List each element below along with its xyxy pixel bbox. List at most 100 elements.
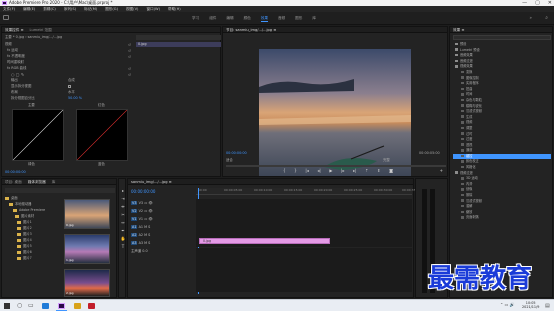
effect-controls-timecode[interactable]: 00:00:00:00 — [5, 170, 26, 175]
add-button-icon[interactable]: + — [440, 168, 443, 173]
extract-icon[interactable]: ⇞ — [377, 168, 380, 174]
split-percent-value[interactable]: 50.00 % — [68, 96, 82, 101]
sequence-tab[interactable]: sanmiu_img/.../...jpg ≡ — [131, 179, 172, 184]
effect-bin-icon — [461, 193, 464, 197]
tab-media-browser[interactable]: 媒体浏览器 — [28, 179, 46, 184]
effects-item-label: 音频过渡 — [460, 58, 473, 63]
timeline-ruler[interactable]: 00:00 00:00:05:00 00:00:10:00 00:00:15:0… — [196, 188, 420, 195]
search-icon[interactable]: ○ — [17, 302, 22, 309]
property-time-remap[interactable]: 时间重映射 — [7, 60, 24, 65]
premiere-taskbar-icon[interactable] — [58, 303, 65, 309]
property-video[interactable]: 视频 — [5, 42, 12, 47]
red-curve-graph[interactable] — [76, 109, 128, 161]
tab-libraries[interactable]: 库 — [52, 179, 56, 184]
property-motion[interactable]: fx 运动 — [7, 48, 18, 53]
program-monitor-title[interactable]: 节目: sanmiu_img/.../...jpg ≡ — [226, 27, 276, 32]
go-to-out-icon[interactable]: ▸| — [353, 168, 356, 174]
folder-icon — [455, 42, 458, 46]
mask-tools-icons[interactable]: ○ ▢ ✎ — [11, 72, 24, 77]
workspace-tab-editing[interactable]: 编辑 — [226, 15, 233, 22]
windows-taskbar: ○ ▭ ⌃ ▭ 🔊 10:05 2021/11/9 ▤ — [0, 299, 554, 311]
track-header-v2[interactable]: V2 V2 ▭ 👁 — [131, 207, 195, 215]
go-to-in-icon[interactable]: |◂ — [305, 168, 308, 174]
play-icon[interactable]: ▶ — [329, 168, 332, 174]
mini-timeline-clip[interactable]: 0.jpg — [136, 42, 221, 47]
output-dropdown[interactable]: 合成 — [68, 78, 75, 83]
workspace-tab-learn[interactable]: 学习 — [192, 15, 199, 22]
effects-item[interactable]: 页面剥落 — [453, 215, 551, 221]
workspace-tab-assembly[interactable]: 组件 — [209, 15, 216, 22]
search-icon[interactable]: ⌕ — [545, 15, 548, 21]
zoom-fit-dropdown[interactable]: 适合 — [226, 158, 233, 163]
playback-resolution-dropdown[interactable]: 完整 — [383, 158, 390, 163]
effect-bin-icon — [461, 177, 464, 180]
timeline-timecode[interactable]: 00:00:00:00 — [131, 189, 155, 194]
program-video-frame[interactable] — [259, 49, 411, 176]
hand-tool-icon[interactable]: ✋ — [120, 235, 126, 243]
tab-effect-controls[interactable]: 效果控件 ≡ — [5, 27, 24, 32]
workspace-more-icon[interactable]: » — [530, 15, 532, 20]
mark-out-icon[interactable]: } — [294, 168, 297, 174]
razor-tool-icon[interactable]: ✂ — [120, 211, 126, 219]
source-line[interactable]: 主要 * 0.jpg › sanmiu_img/.../...jpg — [5, 35, 62, 40]
type-tool-icon[interactable]: T — [120, 243, 126, 251]
effects-panel-title[interactable]: 效果 ≡ — [453, 27, 464, 32]
workspace-tabs: 学习 组件 编辑 颜色 效果 音频 图形 库 — [192, 15, 316, 22]
master-track[interactable]: 主声道 0.0 — [131, 247, 195, 255]
lift-icon[interactable]: ⇡ — [365, 168, 368, 174]
selection-tool-icon[interactable]: ▸ — [120, 187, 126, 195]
media-thumbnail[interactable]: 1.jpg — [64, 234, 110, 264]
step-forward-icon[interactable]: |▸ — [341, 168, 344, 174]
effects-item-label: 风格化 — [466, 165, 476, 170]
track-header-a2[interactable]: A2 A2 M S — [131, 231, 195, 239]
clock[interactable]: 10:05 2021/11/9 — [522, 301, 539, 309]
track-header-a1[interactable]: A1 A1 M S — [131, 223, 195, 231]
track-header-v3[interactable]: V3 V3 ▭ 👁 — [131, 199, 195, 207]
timeline-clip[interactable]: 0.jpg — [199, 238, 330, 244]
edge-browser-icon[interactable] — [42, 303, 49, 309]
layout-dropdown[interactable]: 水平 — [68, 90, 75, 95]
workspace-tab-color[interactable]: 颜色 — [244, 15, 251, 22]
tab-project[interactable]: 项目: 桌面 — [5, 179, 22, 184]
program-timecode-current[interactable]: 00:00:00:00 — [226, 151, 247, 156]
effects-item-label: 时间 — [466, 92, 473, 97]
task-view-icon[interactable]: ▭ — [28, 302, 34, 309]
ripple-edit-tool-icon[interactable]: ⇹ — [120, 203, 126, 211]
pen-tool-icon[interactable]: ✒ — [120, 227, 126, 235]
home-icon[interactable] — [3, 15, 9, 20]
workspace-tab-libraries[interactable]: 库 — [312, 15, 316, 22]
step-back-icon[interactable]: ◂| — [317, 168, 320, 174]
app-icon[interactable] — [88, 303, 95, 309]
effect-bin-icon — [461, 132, 464, 135]
effect-bin-icon — [461, 216, 464, 219]
property-rgb-curves[interactable]: fx RGB 曲线 — [7, 66, 26, 71]
premiere-logo-icon — [2, 1, 7, 5]
mark-in-icon[interactable]: { — [283, 168, 286, 174]
workspace-tab-graphics[interactable]: 图形 — [295, 15, 302, 22]
tab-lumetri-scopes[interactable]: Lumetri 范围 — [30, 27, 52, 32]
file-explorer-icon[interactable] — [74, 303, 81, 309]
property-opacity[interactable]: fx 不透明度 — [7, 54, 25, 59]
workspace-tab-audio[interactable]: 音频 — [278, 15, 285, 22]
mini-timeline-ruler[interactable] — [136, 35, 221, 40]
windows-start-icon[interactable] — [4, 303, 10, 309]
media-thumbnail[interactable]: 0.jpg — [64, 199, 110, 229]
tray-icons[interactable]: ⌃ ▭ 🔊 — [500, 302, 515, 307]
track-header-v1[interactable]: V1 V1 ▭ 👁 — [131, 215, 195, 223]
reset-icons-column[interactable]: ↺ ↺ ↺ ↺ ↺ — [128, 42, 131, 78]
media-browser-path-bar[interactable] — [5, 188, 115, 193]
effects-search-input[interactable] — [453, 35, 551, 40]
slip-tool-icon[interactable]: ↔ — [120, 219, 126, 227]
audio-tracks-area[interactable] — [196, 248, 412, 292]
notifications-icon[interactable]: ▤ — [545, 303, 550, 309]
track-header-a3[interactable]: A3 A3 M S — [131, 239, 195, 247]
folder-item[interactable]: 图片7 — [5, 255, 45, 261]
split-view-checkbox[interactable] — [68, 85, 71, 88]
media-thumbnail[interactable]: 2.jpg — [64, 269, 110, 297]
property-output: 输出 — [11, 78, 18, 82]
export-frame-icon[interactable]: ◙ — [389, 168, 393, 174]
master-curve-graph[interactable] — [12, 109, 64, 161]
track-select-tool-icon[interactable]: ⇥ — [120, 195, 126, 203]
program-scrubber-bar[interactable] — [226, 165, 446, 167]
workspace-tab-effects[interactable]: 效果 — [260, 15, 268, 22]
